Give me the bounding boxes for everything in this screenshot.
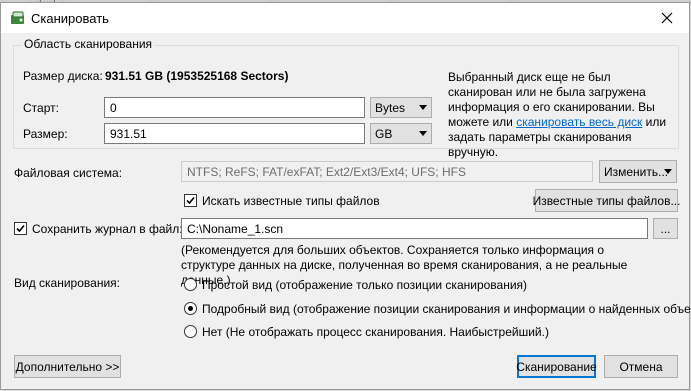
advanced-button[interactable]: Дополнительно >> [14,355,121,378]
start-unit-select[interactable]: Bytes [370,97,432,118]
scan-button[interactable]: Сканирование [516,355,597,378]
view-option-detailed-radio[interactable] [184,302,197,315]
chevron-down-icon [664,169,672,174]
view-option-simple-label: Простой вид (отображение только позиции … [202,278,528,292]
checkmark-icon [16,224,25,233]
radio-selected-dot [188,306,193,311]
size-unit-value: GB [375,127,393,141]
chevron-down-icon [419,131,427,136]
view-option-none-radio[interactable] [184,325,197,338]
browse-button[interactable]: ... [653,218,678,239]
size-input[interactable]: 931.51 [104,123,365,144]
scan-area-group-label: Область сканирования [22,37,155,51]
known-types-label: Искать известные типы файлов [202,194,380,208]
change-filesystem-button[interactable]: Изменить... [599,160,677,183]
scan-whole-disk-link[interactable]: сканировать весь диск [516,115,642,129]
save-log-checkbox[interactable] [14,222,27,235]
close-icon [661,12,673,24]
scan-dialog: Сканировать Область сканирования Размер … [0,2,691,390]
known-types-button[interactable]: Известные типы файлов... [533,189,680,212]
window-title: Сканировать [31,11,109,26]
log-path-input[interactable]: C:\Noname_1.scn [181,218,648,239]
disk-size-value: 931.51 GB (1953525168 Sectors) [105,69,289,83]
size-unit-select[interactable]: GB [370,123,432,144]
scan-view-label: Вид сканирования: [14,276,120,290]
view-option-none-label: Нет (Не отображать процесс сканирования.… [202,325,549,339]
close-button[interactable] [645,3,689,33]
cancel-button[interactable]: Отмена [604,355,678,378]
filesystem-field: NTFS; ReFS; FAT/exFAT; Ext2/Ext3/Ext4; U… [181,161,593,182]
save-log-label: Сохранить журнал в файл: [32,222,183,236]
start-input[interactable]: 0 [104,97,365,118]
scan-info-text: Выбранный диск еще не был сканирован или… [448,70,674,160]
known-types-checkbox[interactable] [184,194,197,207]
checkmark-icon [186,196,195,205]
start-unit-value: Bytes [375,101,406,115]
chevron-down-icon [419,105,427,110]
filesystem-label: Файловая система: [14,166,123,180]
change-filesystem-label: Изменить... [604,164,669,179]
title-bar: Сканировать [1,3,689,33]
view-option-simple-radio[interactable] [184,278,197,291]
size-label: Размер: [23,127,68,141]
view-option-detailed-label: Подробный вид (отображение позиции скани… [202,302,691,316]
app-icon [10,10,26,26]
start-label: Старт: [23,101,59,115]
disk-size-label: Размер диска: [23,69,103,83]
